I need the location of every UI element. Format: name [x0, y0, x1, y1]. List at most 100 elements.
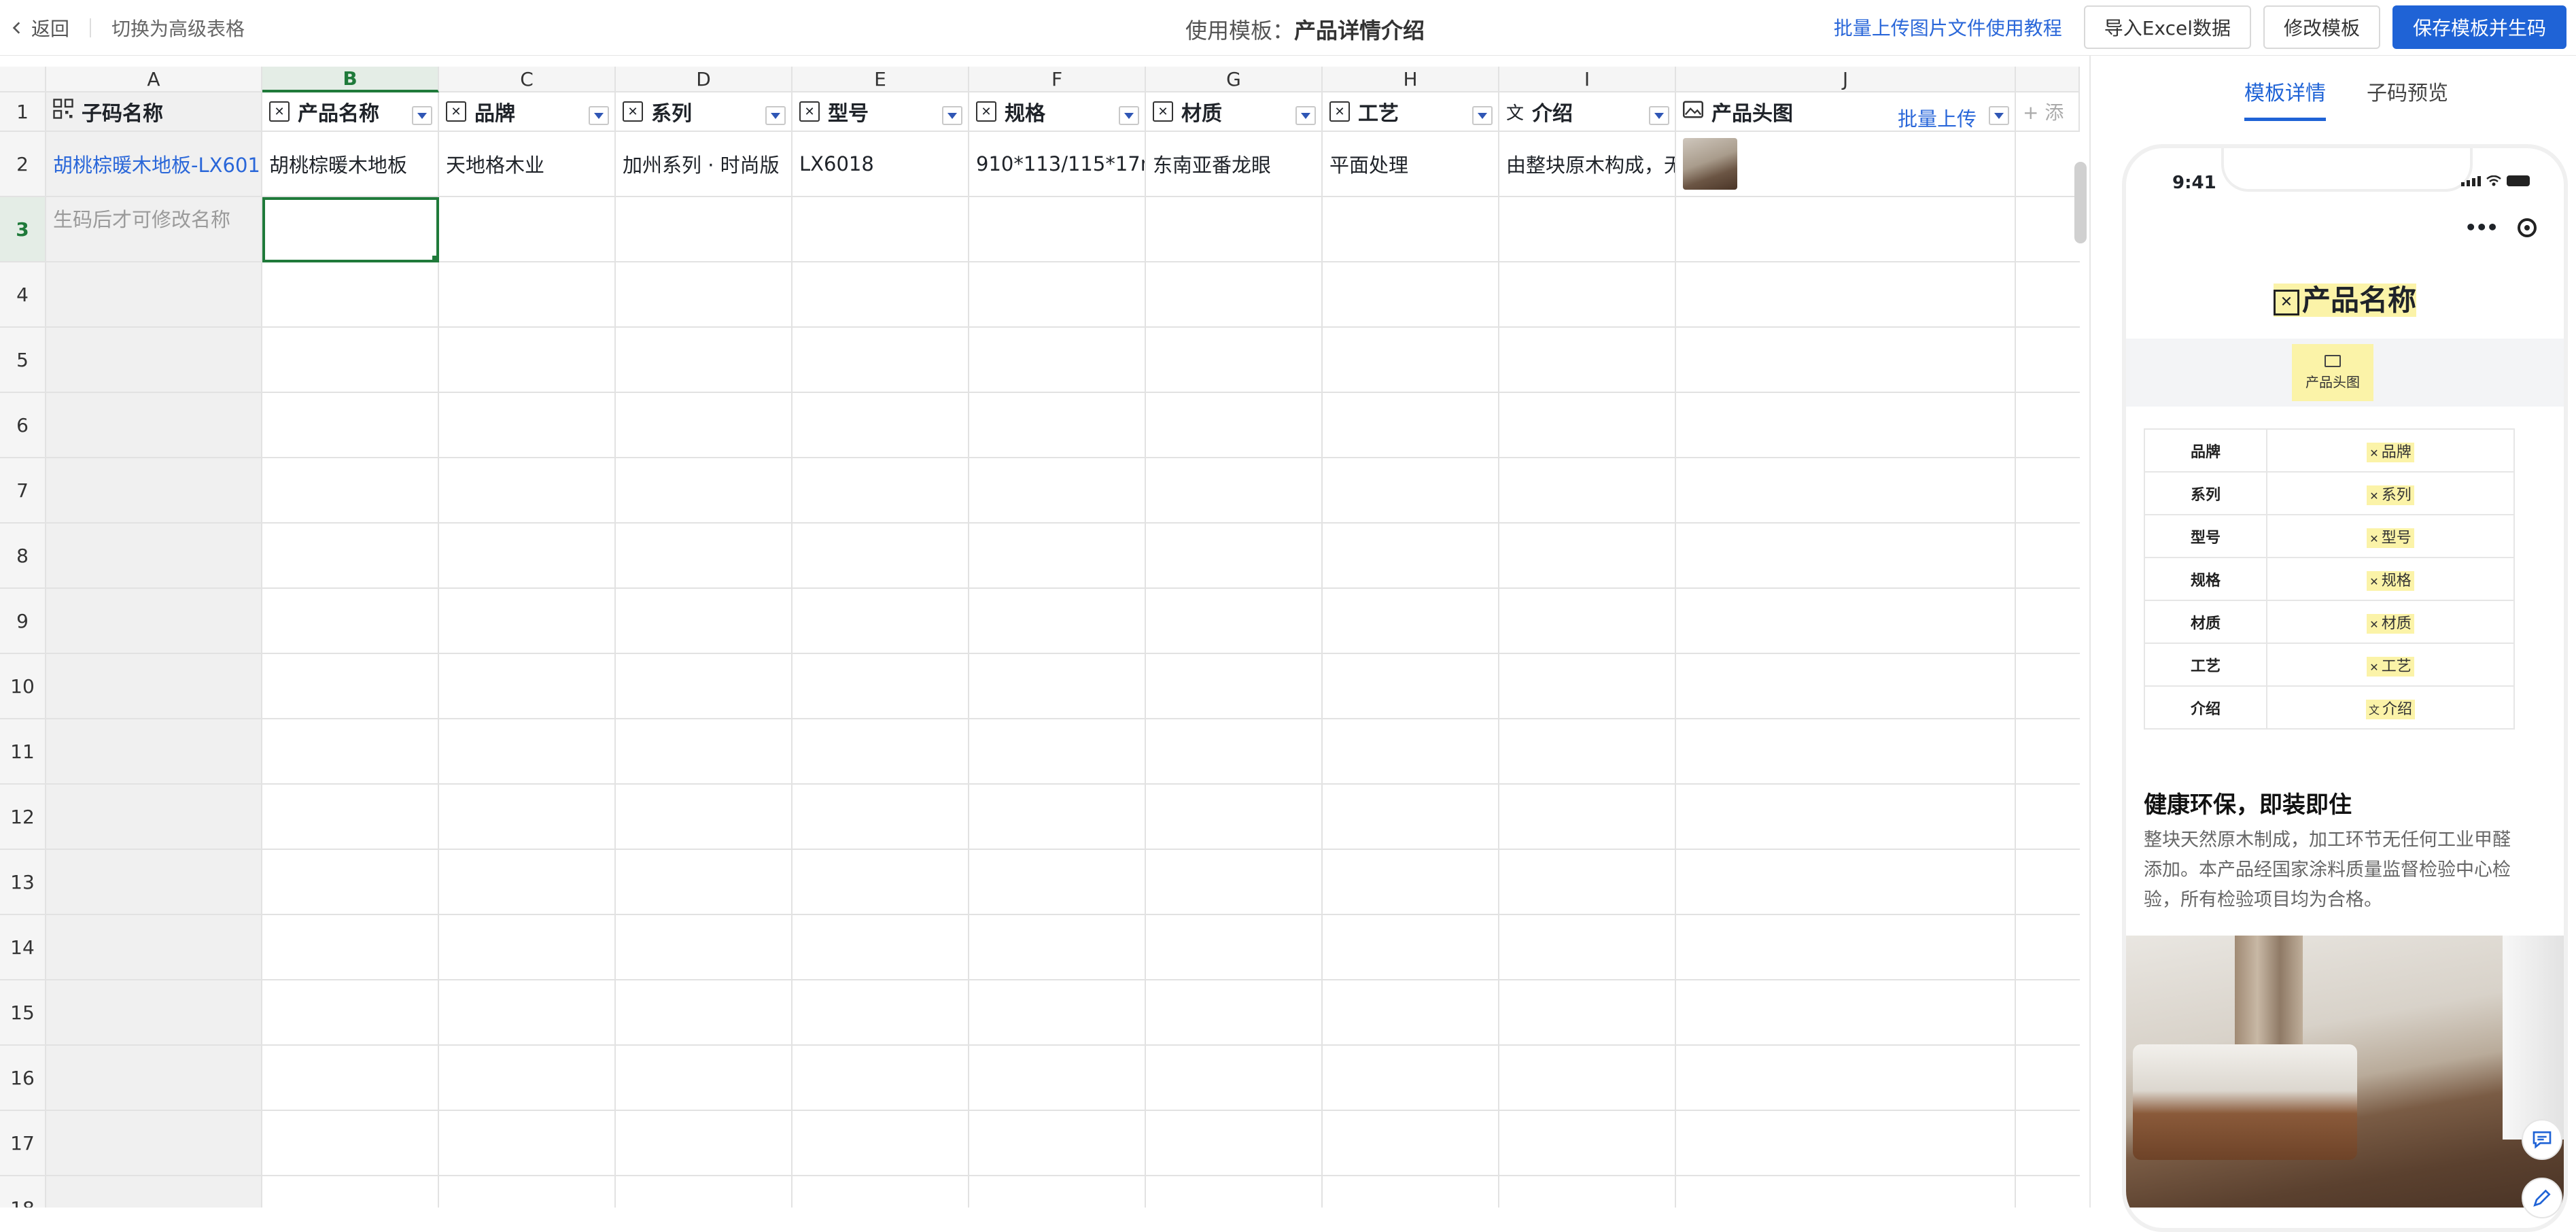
filter-dropdown-icon[interactable] — [1472, 106, 1493, 125]
row-number[interactable]: 6 — [0, 393, 46, 458]
table-cell[interactable] — [1323, 1111, 1499, 1176]
switch-advanced-table-link[interactable]: 切换为高级表格 — [111, 14, 245, 41]
model-cell[interactable]: LX6018 — [793, 132, 969, 197]
table-cell[interactable] — [969, 719, 1146, 785]
table-cell[interactable] — [439, 654, 616, 719]
table-cell[interactable] — [969, 197, 1146, 262]
table-cell[interactable] — [439, 719, 616, 785]
table-cell[interactable] — [1676, 1111, 2016, 1176]
header-cell-d[interactable]: ✕ 系列 — [616, 92, 793, 132]
column-letter[interactable]: C — [439, 67, 616, 92]
table-cell[interactable] — [1676, 524, 2016, 589]
table-cell[interactable] — [1499, 328, 1676, 393]
spreadsheet[interactable]: A B C D E F G H I J 1 子码名称 ✕ 产品名称 ✕ 品牌 ✕… — [0, 67, 2087, 1208]
table-cell[interactable] — [969, 328, 1146, 393]
table-cell[interactable] — [616, 719, 793, 785]
intro-cell[interactable]: 由整块原木构成，无 — [1499, 132, 1676, 197]
table-cell[interactable] — [1676, 262, 2016, 328]
table-cell[interactable] — [439, 197, 616, 262]
subcode-name-cell[interactable] — [46, 654, 262, 719]
add-column-button[interactable]: + 添 — [2016, 92, 2080, 132]
filter-dropdown-icon[interactable] — [1119, 106, 1139, 125]
table-cell[interactable] — [793, 785, 969, 850]
row-number[interactable]: 7 — [0, 458, 46, 524]
table-cell[interactable] — [262, 719, 439, 785]
row-number[interactable]: 17 — [0, 1111, 46, 1176]
table-cell[interactable] — [793, 915, 969, 980]
header-cell-i[interactable]: 文 介绍 — [1499, 92, 1676, 132]
column-letter[interactable]: D — [616, 67, 793, 92]
row-number[interactable]: 10 — [0, 654, 46, 719]
table-cell[interactable] — [1499, 719, 1676, 785]
tab-subcode-preview[interactable]: 子码预览 — [2367, 56, 2448, 121]
filter-dropdown-icon[interactable] — [1295, 106, 1316, 125]
table-cell[interactable] — [1323, 262, 1499, 328]
table-cell[interactable] — [969, 915, 1146, 980]
table-cell[interactable] — [793, 1111, 969, 1176]
table-cell[interactable] — [616, 654, 793, 719]
subcode-name-cell[interactable] — [46, 524, 262, 589]
subcode-name-cell[interactable]: 生码后才可修改名称 — [46, 197, 262, 262]
filter-dropdown-icon[interactable] — [412, 106, 432, 125]
column-letter[interactable]: F — [969, 67, 1146, 92]
product-thumbnail-image[interactable] — [1683, 138, 1737, 190]
table-cell[interactable] — [262, 328, 439, 393]
subcode-name-cell[interactable] — [46, 915, 262, 980]
row-number[interactable]: 16 — [0, 1046, 46, 1111]
table-cell[interactable] — [1499, 393, 1676, 458]
table-cell[interactable] — [1499, 785, 1676, 850]
table-cell[interactable] — [793, 262, 969, 328]
subcode-name-cell[interactable] — [46, 328, 262, 393]
table-cell[interactable] — [439, 915, 616, 980]
table-cell[interactable] — [969, 785, 1146, 850]
table-cell[interactable] — [262, 262, 439, 328]
table-cell[interactable] — [439, 1111, 616, 1176]
header-cell-c[interactable]: ✕ 品牌 — [439, 92, 616, 132]
table-cell[interactable] — [969, 850, 1146, 915]
header-cell-g[interactable]: ✕ 材质 — [1146, 92, 1323, 132]
table-cell[interactable] — [1676, 915, 2016, 980]
subcode-name-cell[interactable] — [46, 719, 262, 785]
product-name-cell[interactable]: 胡桃棕暖木地板 — [262, 132, 439, 197]
table-cell[interactable] — [1499, 980, 1676, 1046]
filter-dropdown-icon[interactable] — [589, 106, 609, 125]
table-cell[interactable] — [262, 980, 439, 1046]
table-cell[interactable] — [262, 393, 439, 458]
phone-preview[interactable]: 9:41 ••• ✕ 产品名称 产品头图 品牌 ✕ 品牌 系列 ✕ 系列 型号 ✕ 型号 规格 ✕ 规格… — [2122, 144, 2568, 1232]
subcode-name-cell[interactable] — [46, 850, 262, 915]
spec-cell[interactable]: 910*113/115*17mm — [969, 132, 1146, 197]
table-cell[interactable] — [969, 654, 1146, 719]
table-cell[interactable] — [262, 458, 439, 524]
table-cell[interactable] — [1323, 1046, 1499, 1111]
tutorial-link[interactable]: 批量上传图片文件使用教程 — [1834, 14, 2062, 41]
row-number[interactable]: 18 — [0, 1176, 46, 1208]
corner-cell[interactable] — [0, 67, 46, 92]
row-number[interactable]: 2 — [0, 132, 46, 197]
row-number[interactable]: 3 — [0, 197, 46, 262]
table-cell[interactable] — [793, 589, 969, 654]
table-cell[interactable] — [262, 785, 439, 850]
column-letter[interactable]: G — [1146, 67, 1323, 92]
tab-template-details[interactable]: 模板详情 — [2244, 56, 2326, 121]
table-cell[interactable] — [616, 850, 793, 915]
table-cell[interactable] — [969, 1111, 1146, 1176]
table-cell[interactable] — [1676, 1046, 2016, 1111]
table-cell[interactable] — [1323, 850, 1499, 915]
table-cell[interactable] — [439, 850, 616, 915]
table-cell[interactable] — [969, 1176, 1146, 1208]
row-number[interactable]: 8 — [0, 524, 46, 589]
miniprogram-capsule[interactable]: ••• — [2465, 216, 2537, 239]
table-cell[interactable] — [616, 328, 793, 393]
edit-float-button[interactable] — [2522, 1178, 2562, 1218]
table-cell[interactable] — [262, 1111, 439, 1176]
table-cell[interactable] — [1146, 654, 1323, 719]
table-cell[interactable] — [1146, 589, 1323, 654]
table-cell[interactable] — [1323, 785, 1499, 850]
table-cell[interactable] — [1499, 1111, 1676, 1176]
active-cell[interactable] — [262, 197, 439, 262]
vertical-scrollbar[interactable] — [2074, 162, 2087, 243]
header-cell-b[interactable]: ✕ 产品名称 — [262, 92, 439, 132]
chat-button[interactable] — [2522, 1119, 2562, 1160]
row-number[interactable]: 14 — [0, 915, 46, 980]
table-cell[interactable] — [1146, 524, 1323, 589]
